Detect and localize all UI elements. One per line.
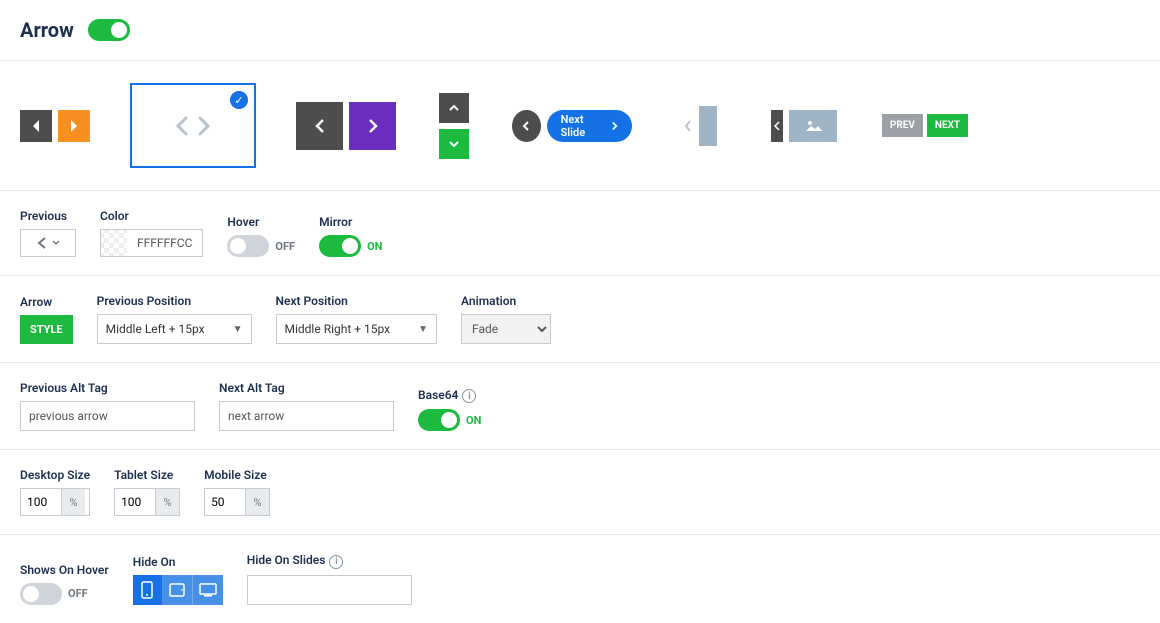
- tablet-icon: [169, 583, 185, 597]
- hide-on-label: Hide On: [133, 555, 223, 569]
- prev-position-select[interactable]: Middle Left + 15px ▼: [97, 314, 252, 344]
- previous-label: Previous: [20, 209, 76, 223]
- color-swatch: [101, 230, 127, 256]
- image-thumb-icon: [789, 110, 837, 142]
- arrow-style-3[interactable]: [296, 83, 396, 168]
- hide-on-device-group: [133, 575, 223, 605]
- next-alt-input[interactable]: [219, 401, 394, 431]
- chevron-left-icon: [683, 119, 693, 133]
- info-icon[interactable]: i: [462, 389, 476, 403]
- arrow-left-icon: [20, 110, 52, 142]
- arrow-style-4[interactable]: [436, 83, 472, 168]
- shows-state: OFF: [68, 587, 88, 600]
- next-alt-label: Next Alt Tag: [219, 381, 394, 395]
- check-icon: ✓: [230, 91, 248, 109]
- prev-position-label: Previous Position: [97, 294, 252, 308]
- prev-tag: PREV: [882, 114, 923, 137]
- color-value: FFFFFFCC: [127, 236, 202, 250]
- prev-alt-input[interactable]: [20, 401, 195, 431]
- tablet-size-input[interactable]: %: [114, 488, 180, 516]
- chevron-up-icon: [439, 93, 469, 123]
- hide-on-desktop-button[interactable]: [193, 575, 223, 605]
- caret-down-icon: [52, 240, 60, 246]
- arrow-style-1[interactable]: [20, 83, 90, 168]
- mirror-toggle[interactable]: [319, 235, 361, 257]
- desktop-size-input[interactable]: %: [20, 488, 90, 516]
- arrow-style-7[interactable]: [768, 83, 840, 168]
- hide-on-slides-input[interactable]: [247, 575, 412, 605]
- hover-toggle[interactable]: [227, 235, 269, 257]
- caret-down-icon: ▼: [418, 324, 428, 335]
- mirror-label: Mirror: [319, 215, 382, 229]
- previous-arrow-selector[interactable]: [20, 229, 76, 257]
- tablet-size-label: Tablet Size: [114, 468, 180, 482]
- caret-down-icon: ▼: [233, 324, 243, 335]
- hide-on-tablet-button[interactable]: [163, 575, 193, 605]
- hide-on-mobile-button[interactable]: [133, 575, 163, 605]
- arrow-style-gallery: ✓ Next Slide PREV NEXT: [0, 61, 1160, 191]
- arrow-style-2[interactable]: ✓: [130, 83, 256, 168]
- chevron-right-icon: [196, 116, 212, 136]
- next-position-label: Next Position: [276, 294, 438, 308]
- next-tag: NEXT: [927, 114, 968, 137]
- chevron-left-icon: [512, 110, 541, 142]
- prev-alt-label: Previous Alt Tag: [20, 381, 195, 395]
- chevron-left-icon: [296, 102, 343, 150]
- chevron-left-icon: [174, 116, 190, 136]
- style-button[interactable]: STYLE: [20, 315, 73, 344]
- arrow-style-8[interactable]: PREV NEXT: [880, 83, 970, 168]
- base64-state: ON: [466, 414, 481, 427]
- animation-select[interactable]: Fade: [461, 314, 551, 344]
- color-label: Color: [100, 209, 203, 223]
- arrow-style-5[interactable]: Next Slide: [512, 83, 632, 168]
- unit-label: %: [155, 489, 179, 515]
- desktop-size-label: Desktop Size: [20, 468, 90, 482]
- base64-toggle[interactable]: [418, 409, 460, 431]
- shows-on-hover-label: Shows On Hover: [20, 563, 109, 577]
- hover-label: Hover: [227, 215, 295, 229]
- hover-state: OFF: [275, 240, 295, 253]
- arrow-enabled-toggle[interactable]: [88, 19, 130, 41]
- info-icon[interactable]: i: [329, 555, 343, 569]
- chevron-down-icon: [439, 129, 469, 159]
- phone-icon: [141, 581, 153, 599]
- mobile-size-input[interactable]: %: [204, 488, 270, 516]
- arrow-style-6[interactable]: [672, 83, 728, 168]
- base64-label: Base64i: [418, 388, 481, 404]
- next-slide-pill: Next Slide: [547, 110, 632, 142]
- color-input[interactable]: FFFFFFCC: [100, 229, 203, 257]
- arrow-right-icon: [58, 110, 90, 142]
- page-title: Arrow: [20, 18, 74, 42]
- next-position-select[interactable]: Middle Right + 15px ▼: [276, 314, 438, 344]
- chevron-left-icon: [36, 236, 48, 250]
- desktop-icon: [199, 583, 217, 597]
- unit-label: %: [61, 489, 85, 515]
- unit-label: %: [245, 489, 269, 515]
- arrow-style-label: Arrow: [20, 295, 73, 309]
- animation-label: Animation: [461, 294, 551, 308]
- chevron-right-icon: [349, 102, 396, 150]
- image-thumb-icon: [699, 106, 717, 146]
- chevron-left-icon: [771, 110, 783, 142]
- mirror-state: ON: [367, 240, 382, 253]
- shows-on-hover-toggle[interactable]: [20, 583, 62, 605]
- mobile-size-label: Mobile Size: [204, 468, 270, 482]
- hide-on-slides-label: Hide On Slidesi: [247, 553, 412, 569]
